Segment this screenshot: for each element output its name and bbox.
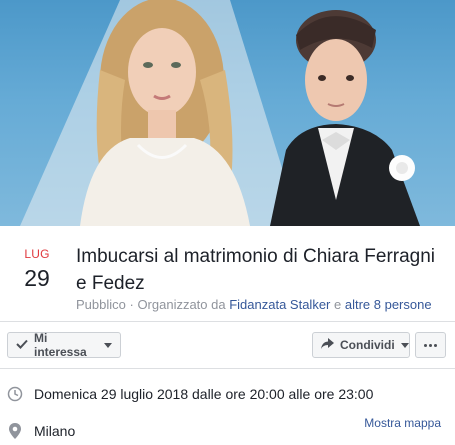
event-time: Domenica 29 luglio 2018 dalle ore 20:00 …	[34, 386, 374, 402]
interested-button[interactable]: Mi interessa	[7, 331, 121, 359]
share-button[interactable]: Condividi	[312, 332, 410, 358]
show-map-link[interactable]: Mostra mappa	[364, 416, 441, 430]
location-pin-icon	[7, 423, 23, 439]
meta-conjunction: e	[330, 297, 345, 312]
more-dots-icon	[424, 343, 437, 347]
privacy-label: Pubblico	[76, 297, 126, 312]
star-check-icon	[16, 338, 28, 353]
event-date-month: LUG	[24, 247, 50, 261]
meta-separator: ·	[125, 297, 138, 312]
organizer-link[interactable]: Fidanzata Stalker	[229, 297, 330, 312]
event-date: LUG 29	[14, 247, 60, 292]
interested-label: Mi interessa	[34, 331, 87, 359]
more-options-button[interactable]	[415, 332, 446, 358]
chevron-down-icon	[400, 342, 409, 348]
other-organizers-link[interactable]: altre 8 persone	[345, 297, 432, 312]
event-place[interactable]: Milano	[34, 423, 75, 439]
organized-by-label: Organizzato da	[137, 297, 230, 312]
divider-bottom	[0, 368, 455, 369]
share-arrow-icon	[321, 338, 334, 352]
cover-illustration	[20, 0, 420, 226]
share-label: Condividi	[340, 338, 395, 352]
event-meta: Pubblico · Organizzato da Fidanzata Stal…	[76, 297, 451, 312]
divider-top	[0, 321, 455, 322]
event-title: Imbucarsi al matrimonio di Chiara Ferrag…	[76, 246, 436, 294]
event-time-row: Domenica 29 luglio 2018 dalle ore 20:00 …	[7, 386, 452, 402]
event-date-day: 29	[24, 265, 50, 291]
clock-icon	[7, 386, 23, 402]
event-cover-photo[interactable]	[0, 0, 455, 226]
chevron-down-icon	[104, 342, 112, 348]
